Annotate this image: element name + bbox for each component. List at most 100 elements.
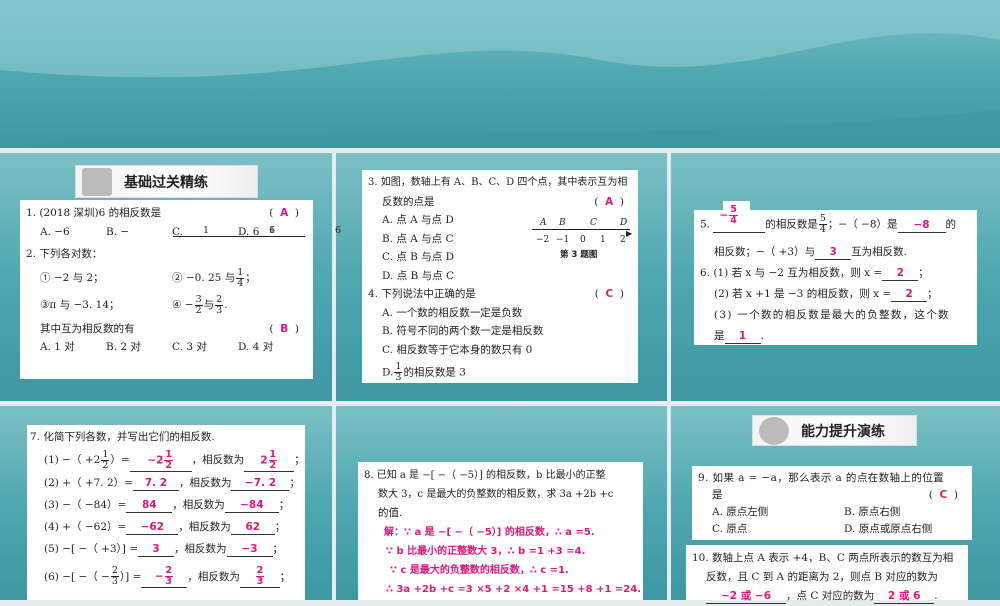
text: (2) 若 x +1 是 −3 的相反数，则 x = [714, 287, 892, 300]
answer: 7. 2 [132, 477, 179, 491]
text: 5. [700, 218, 711, 231]
fraction: 23 [255, 566, 265, 587]
q6-answer-1: 2 [882, 267, 919, 281]
num: 1 [236, 266, 245, 279]
q9-stem-2: 是 ( C ) [698, 487, 966, 504]
q6-line-3: (3) 一个数的相反数是最大的负整数，这个数 [714, 308, 950, 321]
text: ； [274, 520, 286, 533]
answer: A [280, 207, 289, 219]
text: ，相反数为 [174, 542, 227, 555]
num: 1 [101, 448, 110, 461]
figure-caption: 第 3 题图 [560, 250, 598, 260]
q4-option-a: A. 一个数的相反数一定是负数 [382, 306, 523, 319]
section-title: 能力提升演练 [801, 423, 885, 440]
answer: B [280, 322, 289, 335]
q4-option-d: D. 1 3 的相反数是 3 [368, 362, 632, 383]
q9-options-1: A. 原点左侧 B. 原点右侧 [698, 504, 966, 521]
text: 其中互为相反数的有 [40, 322, 135, 335]
den: 2 [195, 304, 202, 316]
text: ； [272, 542, 284, 555]
fraction: 12 [268, 449, 278, 471]
text: ； [279, 570, 291, 583]
option-d: D. 4 对 [238, 341, 274, 353]
text: 4. 下列说法中正确的是 [368, 288, 476, 300]
text: 的 [945, 218, 957, 231]
answer: C [605, 288, 614, 300]
notebook-pencil-icon [82, 167, 112, 196]
den: 4 [730, 214, 737, 226]
answer: C [939, 489, 948, 501]
q2-pairs-1: ① −2 与 2； ② −0. 25 与 1 4； [26, 266, 307, 289]
den: 2 [269, 459, 277, 471]
q4-option-c: C. 相反数等于它本身的数只有 0 [382, 343, 533, 356]
q2-stem: 2. 下列各对数： [26, 248, 103, 260]
q4-option-b: B. 符号不同的两个数一定是相反数 [382, 325, 544, 337]
q9-answer: ( C ) [928, 489, 958, 501]
fraction: 54 [729, 203, 738, 226]
text: D. [382, 366, 394, 379]
question-box-5-6: 5. −5 4 的相反数是 5 4 ；−（ −8）是 −8 的 相反数；−（ +3）与 3 互为… [694, 204, 977, 345]
den: 3 [216, 304, 223, 316]
den: 2 [102, 459, 109, 471]
q7-row-4: (4) +（ −62）= −62 ，相反数为 62； [30, 516, 299, 538]
q4-answer: ( C ) [594, 288, 624, 300]
text: ，相反数为 [172, 498, 225, 511]
text: ； [918, 266, 929, 279]
whole: 2 [260, 454, 268, 466]
answer: −2 3 [141, 566, 188, 588]
q5-line-2: 相反数；−（ +3）与 3 互为相反数. [700, 242, 971, 263]
text: (4) +（ −62）= [44, 520, 127, 533]
q8-solution-4: ∴ 3a +2b +c =3 ×5 +2 ×4 +1 =15 +8 +1 =24… [386, 584, 641, 595]
answer: 84 [126, 499, 173, 513]
text: ，相反数为 [191, 454, 245, 466]
text: ，相反数为 [178, 520, 231, 533]
q8-stem-2: 数大 3，c 是最大的负整数的相反数，求 3a +2b +c [378, 489, 614, 500]
den: 3 [165, 576, 173, 587]
point-b-label: B [559, 218, 566, 228]
fraction: 23 [215, 294, 224, 316]
option-d: D. 原点或原点右侧 [844, 523, 933, 535]
q8-solution-3: ∵ c 是最大的负整数的相反数，∴ c =1. [390, 565, 569, 576]
option-d: D. 6 [238, 225, 260, 238]
q6-line-1: 6. (1) 若 x 与 −2 互为相反数，则 x = 2； [700, 263, 971, 284]
magnifier-book-icon [759, 416, 789, 445]
num: 3 [194, 293, 203, 306]
q7-row-5: (5) −[ −（ +3）] = 3 ，相反数为 −3； [30, 538, 299, 560]
q7-row-1: (1) −（ +2 1 2 ）= −2 1 2 ，相反数为 2 1 2； [30, 448, 305, 472]
text: 是 [714, 329, 725, 342]
question-box-9: 9. 如果 a = −a，那么表示 a 的点在数轴上的位置 是 ( C ) A. … [692, 466, 972, 540]
q8-stem-3: 的值. [378, 507, 403, 519]
text: ）] = [119, 570, 142, 583]
text: 6. (1) 若 x 与 −2 互为相反数，则 x = [700, 266, 883, 279]
fraction: 54 [818, 214, 827, 235]
num: 5 [729, 203, 738, 216]
opposite: 23 [239, 566, 280, 588]
tick-label: −2 [536, 235, 550, 245]
question-box-10: 10. 数轴上点 A 表示 +4，B、C 两点所表示的数互为相 反数，且 C 到… [686, 545, 968, 604]
q3-answer: ( A ) [594, 195, 624, 208]
tick-label: 2 [620, 235, 626, 245]
fraction: 12 [101, 448, 110, 471]
opposite: −7. 2 [231, 477, 290, 491]
option-c: C. 3 对 [172, 341, 207, 353]
q5-answer-2: −8 [897, 219, 946, 233]
num: 1 [164, 448, 174, 461]
text: ）= [110, 454, 130, 466]
question-box-8: 8. 已知 a 是 −[ −（ −5）] 的相反数，b 比最小的正整 数大 3，… [358, 462, 643, 600]
q7-row-6: (6) −[ −（ −2 3）] = −2 3 ，相反数为 2 3； [30, 566, 299, 588]
point-c-label: C [590, 218, 597, 228]
text: 相反数；−（ +3）与 [714, 245, 816, 258]
q8-solution-2: ∵ b 比最小的正整数大 3，∴ b =1 +3 =4. [386, 546, 586, 557]
text: ② −0. 25 与 [172, 272, 236, 284]
sign: − [719, 209, 729, 221]
text: . [760, 329, 764, 342]
q5-blank-1: −5 4 [713, 204, 766, 233]
q7-row-3: (3) −（ −84）= 84 ，相反数为 −84； [30, 494, 299, 516]
sign: − [154, 570, 164, 583]
q3-stem-2: 反数的点是 ( A ) [368, 193, 632, 212]
q10-stem-1: 10. 数轴上点 A 表示 +4，B、C 两点所表示的数互为相 [692, 552, 954, 564]
point-a-label: A [540, 218, 547, 228]
text: (6) −[ −（ − [44, 570, 110, 583]
section-header-advanced: 能力提升演练 [752, 415, 917, 446]
text: (3) −（ −84）= [44, 498, 127, 511]
